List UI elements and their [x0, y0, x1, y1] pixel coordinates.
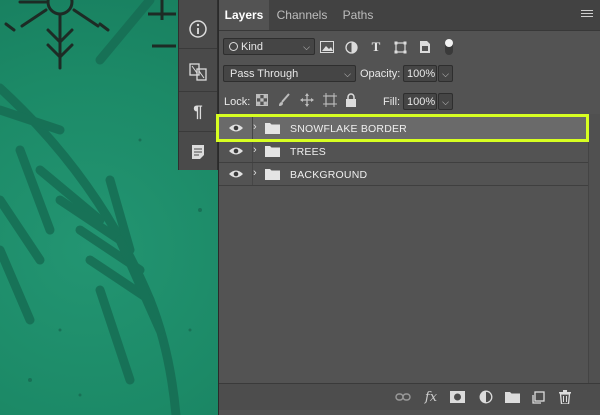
chevron-down-icon: ⌵ — [303, 42, 310, 52]
chevron-down-icon: ⌵ — [442, 97, 449, 107]
fill-input[interactable]: 100% — [403, 93, 437, 110]
layer-row-snowflake-border[interactable]: › SNOWFLAKE BORDER — [219, 117, 589, 140]
lock-transparent-pixels-icon[interactable] — [256, 94, 268, 106]
panel-menu-icon[interactable] — [581, 10, 593, 20]
folder-icon — [265, 169, 280, 180]
expand-group-icon[interactable]: › — [253, 144, 257, 156]
lock-artboard-icon[interactable] — [323, 93, 337, 107]
expand-group-icon[interactable]: › — [253, 121, 257, 133]
visibility-eye-icon[interactable] — [228, 122, 244, 134]
link-layers-icon[interactable] — [395, 389, 411, 405]
new-layer-icon[interactable] — [530, 389, 546, 405]
filter-kind-label: Kind — [241, 41, 264, 53]
opacity-input[interactable]: 100% — [403, 65, 437, 82]
type-filter-icon[interactable]: T — [368, 39, 384, 55]
layer-style-icon[interactable]: fx — [423, 389, 439, 405]
fill-value: 100% — [407, 96, 436, 108]
visibility-eye-icon[interactable] — [228, 145, 244, 157]
collapsed-panels-dock: ¶ — [178, 0, 218, 170]
delete-layer-icon[interactable] — [557, 389, 573, 405]
fill-label: Fill: — [383, 96, 401, 108]
filter-kind-select[interactable]: Kind ⌵ — [223, 38, 315, 55]
panel-tabs: Layers Channels Paths — [219, 0, 600, 31]
blend-mode-select[interactable]: Pass Through ⌵ — [223, 65, 356, 82]
folder-icon — [265, 146, 280, 157]
layer-mask-icon[interactable] — [449, 389, 465, 405]
tab-layers[interactable]: Layers — [219, 0, 269, 30]
fill-slider-button[interactable]: ⌵ — [438, 93, 453, 110]
layers-bottom-toolbar: fx — [219, 383, 600, 410]
chevron-down-icon: ⌵ — [442, 69, 449, 79]
adjustment-filter-icon[interactable] — [343, 39, 359, 55]
adjustment-layer-icon[interactable] — [478, 389, 494, 405]
visibility-eye-icon[interactable] — [228, 168, 244, 180]
notes-panel-button[interactable] — [179, 133, 217, 171]
tab-paths[interactable]: Paths — [335, 0, 381, 30]
shape-filter-icon[interactable] — [392, 39, 408, 55]
folder-icon — [265, 123, 280, 134]
smart-object-filter-icon[interactable] — [417, 39, 433, 55]
opacity-slider-button[interactable]: ⌵ — [438, 65, 453, 82]
blend-mode-value: Pass Through — [230, 68, 299, 80]
layer-name: BACKGROUND — [290, 169, 368, 181]
image-filter-icon[interactable] — [319, 39, 335, 55]
layer-row-background[interactable]: › BACKGROUND — [219, 163, 589, 186]
info-icon — [189, 20, 207, 38]
lock-label: Lock: — [224, 96, 251, 108]
info-panel-button[interactable] — [179, 10, 217, 49]
chevron-down-icon: ⌵ — [344, 69, 351, 79]
layers-scrollbar[interactable] — [588, 114, 600, 384]
search-icon — [229, 41, 238, 51]
layer-name: SNOWFLAKE BORDER — [290, 123, 407, 135]
clone-source-panel-button[interactable] — [179, 53, 217, 92]
new-group-icon[interactable] — [504, 389, 520, 405]
opacity-value: 100% — [407, 68, 436, 80]
paragraph-panel-button[interactable]: ¶ — [179, 93, 217, 132]
notes-icon — [192, 145, 204, 159]
expand-group-icon[interactable]: › — [253, 167, 257, 179]
layers-panel: Layers Channels Paths Kind ⌵ T Pass Thro… — [218, 0, 600, 415]
layer-name: TREES — [290, 146, 327, 158]
lock-position-icon[interactable] — [300, 93, 314, 107]
paragraph-icon: ¶ — [193, 102, 203, 121]
layer-row-trees[interactable]: › TREES — [219, 140, 589, 163]
lock-image-pixels-icon[interactable] — [277, 93, 291, 107]
opacity-label: Opacity: — [360, 68, 401, 80]
layers-list: › SNOWFLAKE BORDER › TREES › BACKGROUND — [219, 114, 589, 385]
filter-toggle-icon[interactable] — [441, 39, 457, 55]
clone-source-icon — [189, 63, 207, 81]
tab-channels[interactable]: Channels — [271, 0, 333, 30]
lock-all-icon[interactable] — [345, 93, 357, 107]
